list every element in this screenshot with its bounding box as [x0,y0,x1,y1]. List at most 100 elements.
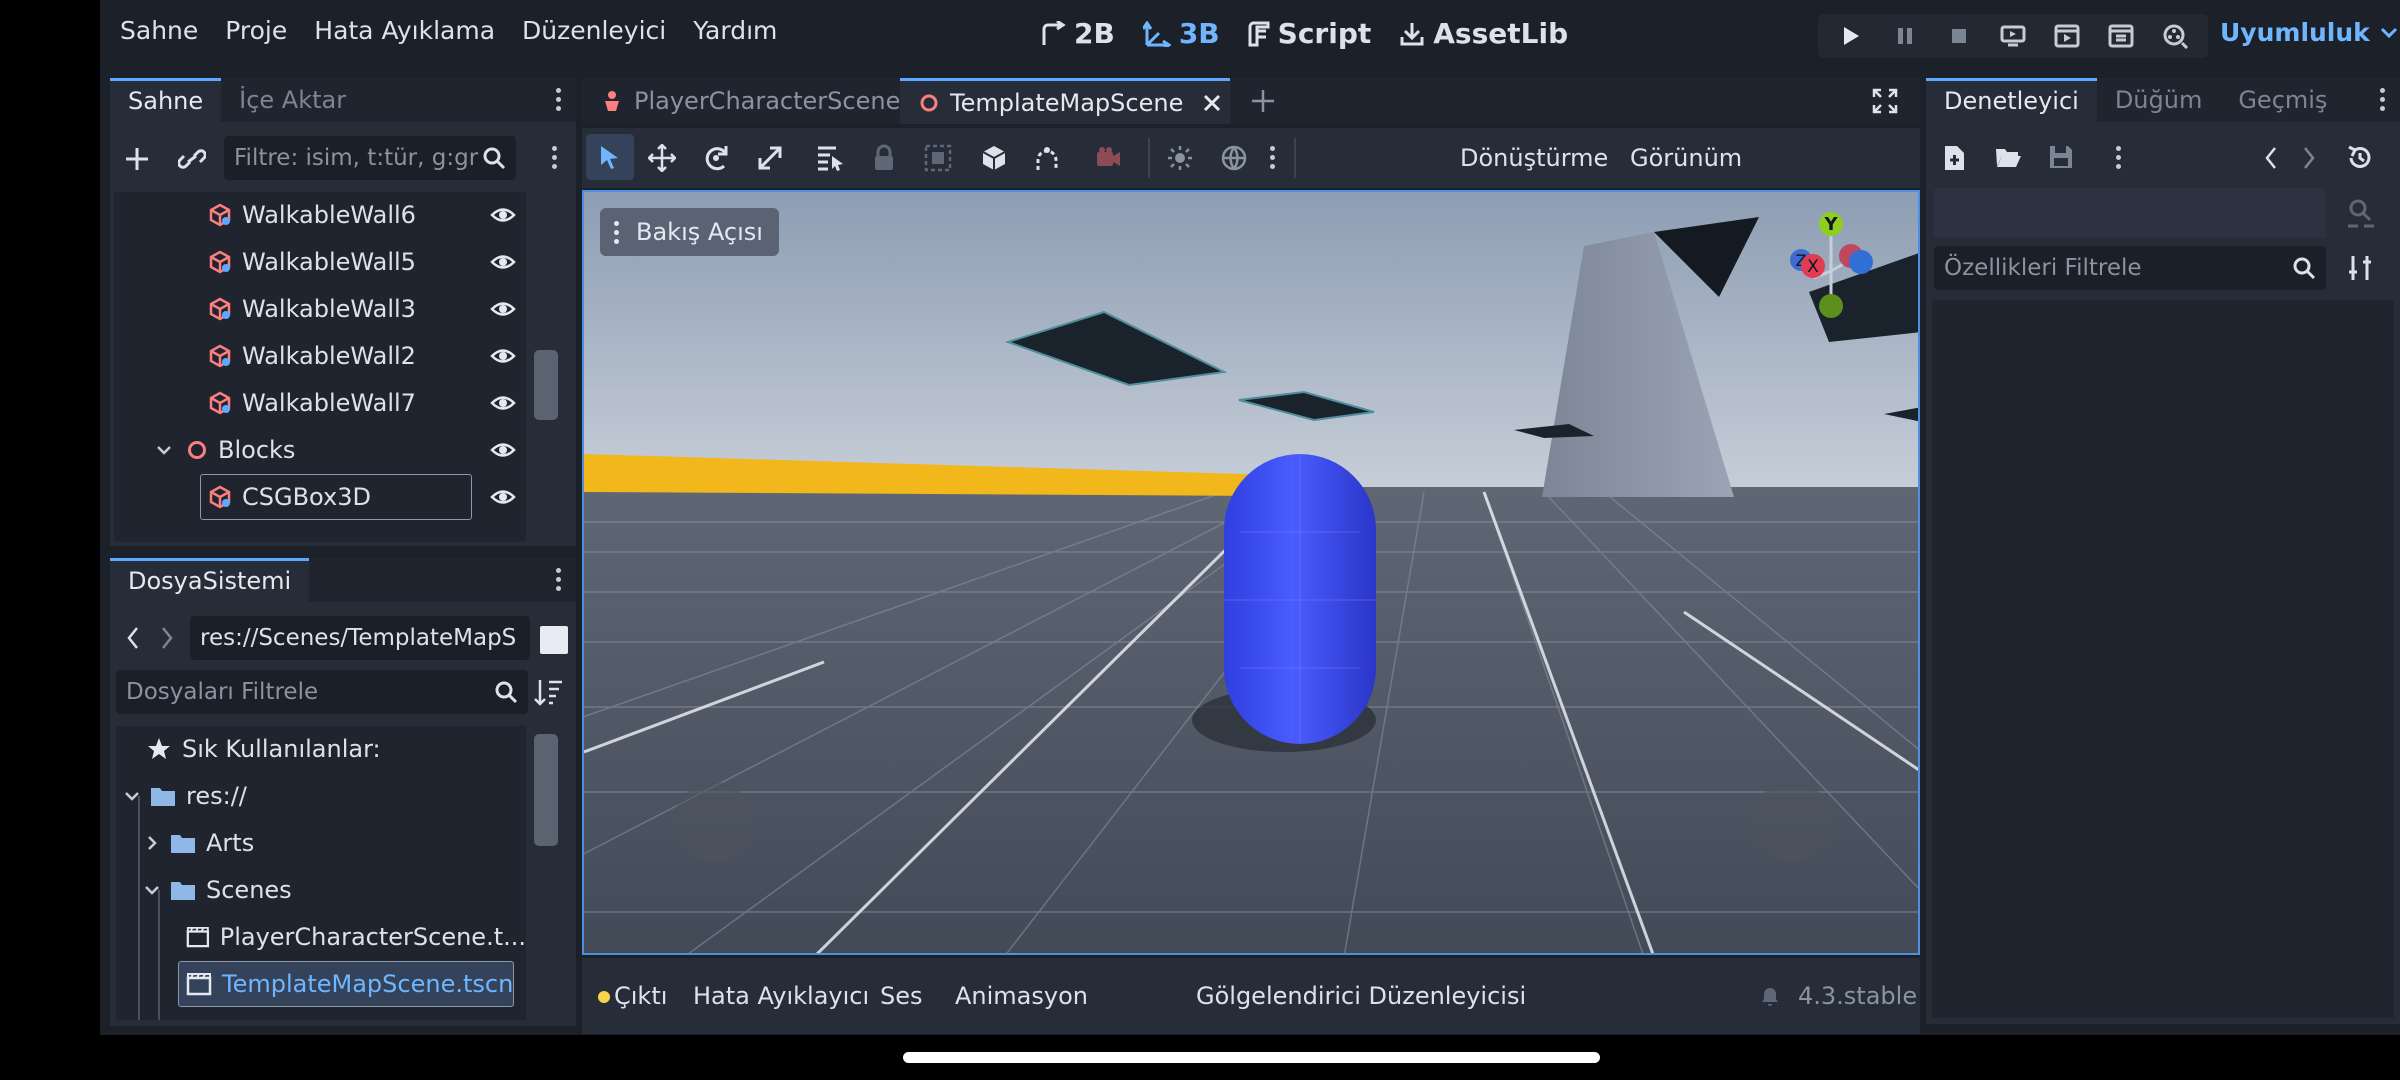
forward-icon[interactable] [2300,146,2318,170]
stop-button[interactable] [1932,14,1986,58]
filesystem-filter-input[interactable]: Dosyaları Filtrele [116,670,528,714]
visibility-eye-icon[interactable] [490,204,516,226]
lock-icon[interactable] [872,144,896,172]
tree-item-walkablewall7[interactable]: WalkableWall7 [114,380,526,426]
tree-item-walkablewall5[interactable]: WalkableWall5 [114,239,526,285]
tab-history[interactable]: Geçmiş [2220,78,2345,122]
chevron-down-icon[interactable] [154,440,174,460]
view-menu[interactable]: Görünüm [1630,144,1742,172]
visibility-eye-icon[interactable] [490,251,516,273]
toggle-split-mode-button[interactable] [540,626,568,654]
tab-scene[interactable]: Sahne [110,78,222,122]
remote-debug-button[interactable] [1986,14,2040,58]
snap-icon[interactable] [1034,144,1060,172]
close-icon[interactable] [1201,92,1223,114]
menu-debug[interactable]: Hata Ayıklama [314,16,495,45]
orientation-gizmo[interactable]: Y Z X [1776,206,1886,336]
camera-preview-icon[interactable] [1094,144,1122,172]
tree-item-walkablewall3[interactable]: WalkableWall3 [114,286,526,332]
tree-item-csgbox3d[interactable]: CSGBox3D [114,474,526,520]
forward-icon[interactable] [158,626,176,650]
history-icon[interactable] [2346,144,2374,172]
preview-environment-icon[interactable] [1220,144,1248,172]
bottom-tab-animation[interactable]: Animasyon [955,982,1088,1010]
scene-tab-playercharacterscene[interactable]: PlayerCharacterScene [582,78,902,124]
select-mode-button[interactable] [586,134,634,180]
pause-button[interactable] [1878,14,1932,58]
inspector-dock-menu-button[interactable] [2372,84,2392,116]
visibility-eye-icon[interactable] [490,486,516,508]
view-menu-button[interactable]: Bakış Açısı [600,208,779,256]
play-button[interactable] [1824,14,1878,58]
notification-bell-icon[interactable] [1758,984,1782,1008]
object-search-icon[interactable] [2346,198,2376,230]
move-mode-icon[interactable] [648,144,676,172]
bottom-tab-debugger[interactable]: Hata Ayıklayıcı [693,982,869,1010]
back-icon[interactable] [124,626,142,650]
folder-item-scenes[interactable]: Scenes [116,867,526,913]
tab-node[interactable]: Düğüm [2097,78,2221,122]
sort-icon[interactable] [534,678,564,706]
file-item-templatemapscene[interactable]: TemplateMapScene.tscn [116,961,526,1007]
tab-import[interactable]: İçe Aktar [221,78,364,122]
menu-editor[interactable]: Düzenleyici [522,16,666,45]
scene-filter-input[interactable]: Filtre: isim, t:tür, g:gr [224,136,516,180]
add-node-icon[interactable] [124,146,150,172]
3d-viewport[interactable]: Bakış Açısı Y Z X [582,190,1920,955]
mode-assetlib-button[interactable]: AssetLib [1399,17,1568,50]
visibility-eye-icon[interactable] [490,392,516,414]
mode-script-button[interactable]: Script [1248,17,1371,50]
visibility-eye-icon[interactable] [490,345,516,367]
home-indicator[interactable] [903,1052,1600,1063]
chevron-right-icon[interactable] [142,833,162,853]
list-select-icon[interactable] [816,144,846,172]
scrollbar-thumb[interactable] [534,350,558,420]
inspector-options-button[interactable] [2108,142,2128,174]
group-icon[interactable] [924,144,952,172]
file-tree-scrollbar[interactable] [526,726,566,1020]
preview-options-button[interactable] [1262,142,1282,174]
scene-tab-templatemapscene[interactable]: TemplateMapScene [900,78,1230,124]
tree-item-blocks[interactable]: Blocks [114,427,526,473]
menu-help[interactable]: Yardım [693,16,777,45]
tree-item-walkablewall2[interactable]: WalkableWall2 [114,333,526,379]
add-tab-icon[interactable] [1250,88,1276,114]
object-path-field[interactable] [1934,188,2326,238]
local-space-icon[interactable] [980,144,1008,172]
preview-sun-icon[interactable] [1166,144,1194,172]
tab-filesystem[interactable]: DosyaSistemi [110,558,310,602]
scene-tree-options-button[interactable] [544,142,564,174]
folder-item-arts[interactable]: Arts [116,820,526,866]
new-resource-icon[interactable] [1942,144,1968,172]
play-scene-button[interactable] [2040,14,2094,58]
visibility-eye-icon[interactable] [490,439,516,461]
tab-inspector[interactable]: Denetleyici [1926,78,2097,122]
mode-3d-button[interactable]: 3B [1142,17,1220,50]
transform-menu[interactable]: Dönüştürme [1460,144,1608,172]
distraction-free-icon[interactable] [1872,88,1898,114]
open-folder-icon[interactable] [1994,144,2022,170]
movie-maker-button[interactable] [2148,14,2202,58]
filesystem-menu-button[interactable] [548,564,568,596]
renderer-select[interactable]: Uyumluluk [2220,18,2400,47]
menu-project[interactable]: Proje [225,16,287,45]
save-icon[interactable] [2048,144,2074,170]
bottom-tab-shader-editor[interactable]: Gölgelendirici Düzenleyicisi [1196,982,1526,1010]
tree-item-walkablewall6[interactable]: WalkableWall6 [114,192,526,238]
scene-dock-menu-button[interactable] [548,84,568,116]
favorites-item[interactable]: Sık Kullanılanlar: [116,726,526,772]
visibility-eye-icon[interactable] [490,298,516,320]
scale-mode-icon[interactable] [756,144,784,172]
rotate-mode-icon[interactable] [702,144,730,172]
file-item-playercharacterscene[interactable]: PlayerCharacterScene.t... [116,914,526,960]
instance-scene-icon[interactable] [178,146,206,172]
property-tools-icon[interactable] [2346,254,2374,282]
folder-item-res[interactable]: res:// [116,773,526,819]
play-custom-scene-button[interactable] [2094,14,2148,58]
filesystem-path-field[interactable]: res://Scenes/TemplateMapS [190,616,530,660]
scrollbar-thumb[interactable] [534,734,558,846]
bottom-tab-audio[interactable]: Ses [880,982,923,1010]
mode-2d-button[interactable]: 2B [1040,17,1115,50]
back-icon[interactable] [2262,146,2280,170]
menu-scene[interactable]: Sahne [120,16,198,45]
